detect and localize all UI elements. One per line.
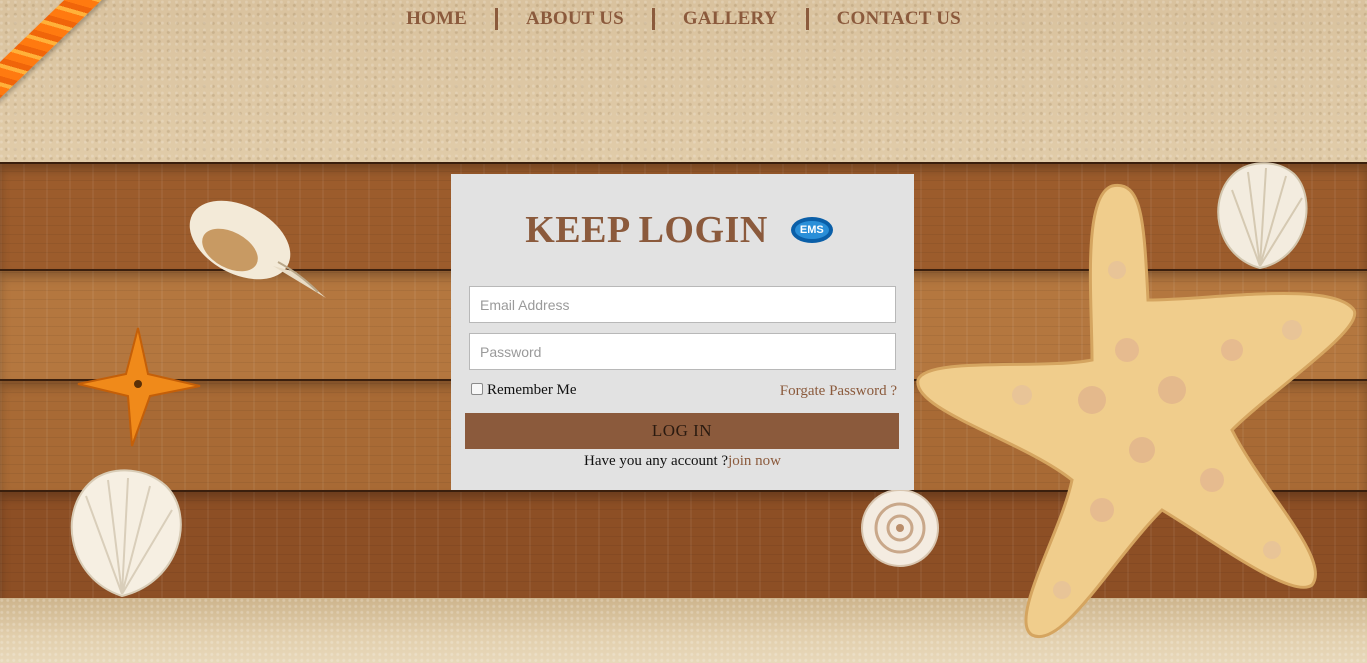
nav-divider xyxy=(651,8,655,30)
signup-prompt-row: Have you any account ?join now xyxy=(451,453,914,470)
nav-gallery-link[interactable]: GALLERY xyxy=(663,8,798,30)
login-header: KEEP LOGIN EMS xyxy=(451,208,914,252)
signup-prompt-text: Have you any account ? xyxy=(583,453,729,469)
remember-me-option[interactable]: Remember Me xyxy=(471,382,577,399)
ems-logo-icon: EMS xyxy=(790,216,834,244)
login-card: KEEP LOGIN EMS Remember Me Forgate Passw… xyxy=(451,174,914,490)
ems-logo-text: EMS xyxy=(799,224,824,236)
login-button[interactable]: LOG IN xyxy=(465,413,899,449)
forgot-password-link[interactable]: Forgate Password ? xyxy=(780,383,897,400)
nav-divider xyxy=(805,8,809,30)
conch-shell-icon xyxy=(189,200,326,298)
nav-contact-us-link[interactable]: CONTACT US xyxy=(817,8,981,30)
starfish-icon xyxy=(916,183,1357,639)
starfish-icon xyxy=(77,327,201,447)
remember-me-checkbox[interactable] xyxy=(471,382,483,395)
email-field[interactable] xyxy=(469,286,896,323)
join-now-link[interactable]: join now xyxy=(728,453,781,469)
main-navigation: HOME ABOUT US GALLERY CONTACT US xyxy=(0,8,1367,30)
password-field[interactable] xyxy=(469,333,896,370)
nav-about-us-link[interactable]: ABOUT US xyxy=(506,8,644,30)
nav-home-link[interactable]: HOME xyxy=(386,8,487,30)
nav-divider xyxy=(495,8,499,30)
seashell-icon xyxy=(70,469,182,598)
remember-me-label: Remember Me xyxy=(487,382,577,398)
login-title: KEEP LOGIN xyxy=(525,209,768,251)
